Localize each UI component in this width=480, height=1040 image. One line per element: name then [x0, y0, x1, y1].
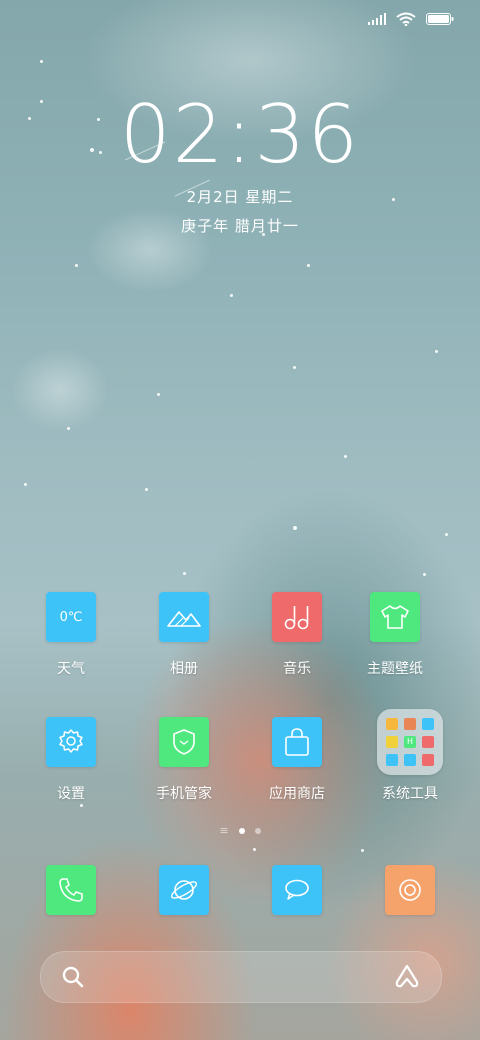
dock-browser[interactable] [134, 865, 234, 915]
folder-mini-app-icon [422, 718, 434, 730]
app-store[interactable]: 应用商店 [247, 717, 347, 803]
app-settings[interactable]: 设置 [21, 717, 121, 803]
folder-icon: H [377, 709, 443, 775]
folder-mini-app-icon [404, 718, 416, 730]
app-label: 应用商店 [269, 786, 325, 802]
app-label: 主题壁纸 [367, 661, 423, 677]
app-themes[interactable]: 主题壁纸 [345, 592, 445, 678]
weather-icon: 0℃ [46, 592, 96, 642]
app-music[interactable]: 音乐 [247, 592, 347, 678]
dock-messages[interactable] [247, 865, 347, 915]
message-icon [272, 865, 322, 915]
app-label: 手机管家 [156, 786, 212, 802]
shooting-star [124, 141, 211, 197]
dock-phone[interactable] [21, 865, 121, 915]
browser-icon [159, 865, 209, 915]
search-bar[interactable] [40, 951, 442, 1003]
page-indicator[interactable]: ≡ [0, 824, 480, 837]
app-weather[interactable]: 0℃ 天气 [21, 592, 121, 678]
search-icon[interactable] [61, 965, 85, 989]
status-bar [368, 12, 454, 26]
shopping-bag-icon [272, 717, 322, 767]
wifi-icon [396, 12, 416, 26]
app-label: 设置 [57, 786, 85, 802]
music-note-icon [272, 592, 322, 642]
app-label: 音乐 [283, 661, 311, 677]
folder-mini-app-icon [386, 736, 398, 748]
assistant-icon[interactable] [393, 964, 421, 990]
app-folder-system-tools[interactable]: H 系统工具 [360, 709, 460, 803]
signal-icon [368, 13, 386, 25]
gear-icon [46, 717, 96, 767]
folder-mini-app-icon [404, 754, 416, 766]
app-gallery[interactable]: 相册 [134, 592, 234, 678]
app-security[interactable]: 手机管家 [134, 717, 234, 803]
folder-mini-app-icon [386, 718, 398, 730]
clock-lunar-date: 庚子年 腊月廿一 [181, 217, 299, 235]
phone-icon [46, 865, 96, 915]
folder-mini-app-icon [386, 754, 398, 766]
folder-mini-app-icon [422, 754, 434, 766]
folder-mini-app-icon: H [404, 736, 416, 748]
page-dot-active [238, 827, 245, 834]
folder-mini-app-icon [422, 736, 434, 748]
app-label: 相册 [170, 661, 198, 677]
app-label: 天气 [57, 661, 85, 677]
page-dot [254, 827, 261, 834]
app-label: 系统工具 [382, 786, 438, 802]
shield-icon [159, 717, 209, 767]
page-list-icon: ≡ [219, 824, 229, 837]
camera-icon [385, 865, 435, 915]
tshirt-icon [370, 592, 420, 642]
mountain-icon [159, 592, 209, 642]
dock-camera[interactable] [360, 865, 460, 915]
battery-icon [426, 13, 454, 25]
